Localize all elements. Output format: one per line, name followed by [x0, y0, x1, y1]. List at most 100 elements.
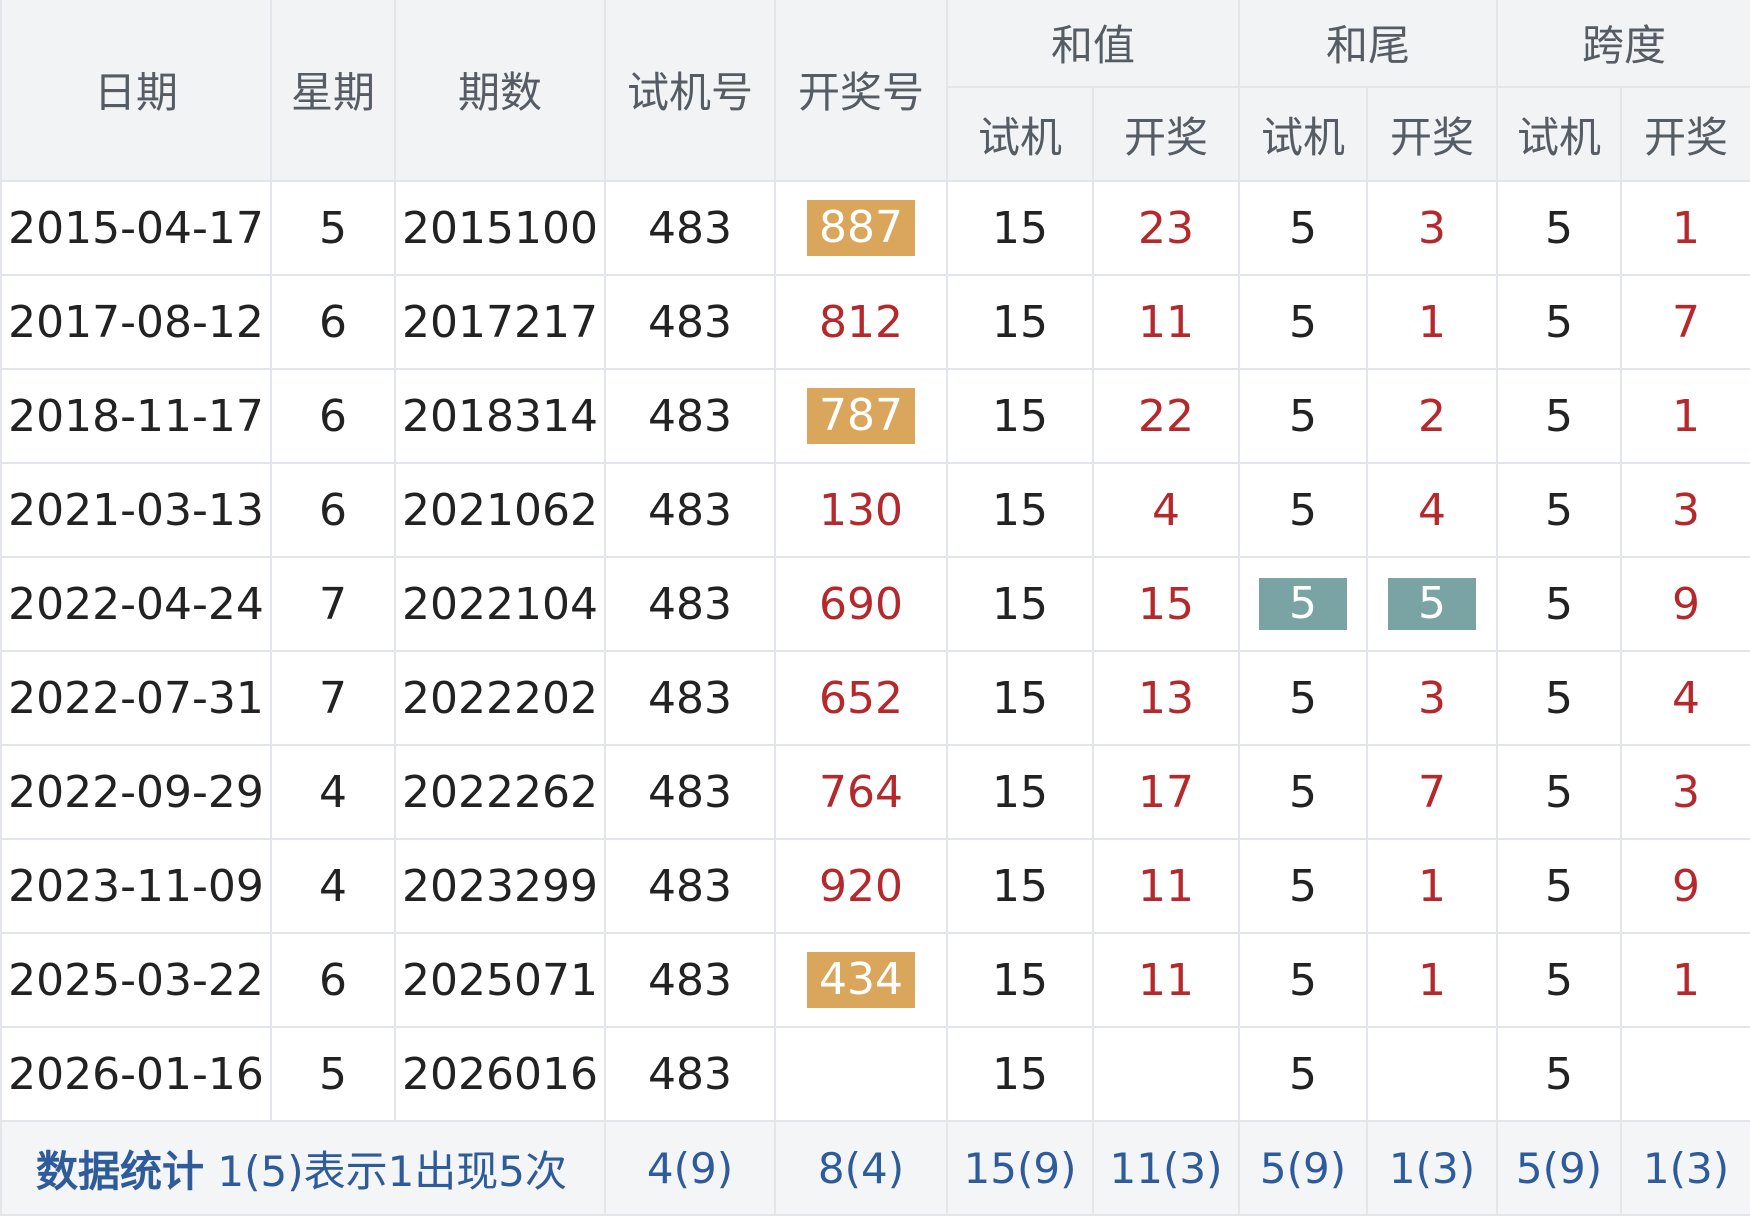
- stats-tail-draw: 1(3): [1366, 1120, 1499, 1216]
- cell-tail-draw: 1: [1366, 932, 1499, 1028]
- cell-weekday: 7: [270, 650, 396, 746]
- cell-test-number: 483: [604, 368, 776, 464]
- cell-sum-test: 15: [946, 838, 1094, 934]
- cell-draw-number: 130: [774, 462, 948, 558]
- cell-draw-number: [774, 1026, 948, 1122]
- cell-span-test: 5: [1496, 1026, 1623, 1122]
- cell-issue: 2022104: [394, 556, 606, 652]
- cell-span-draw: 7: [1620, 274, 1750, 370]
- cell-sum-test: 15: [946, 650, 1094, 746]
- cell-date: 2022-09-29: [0, 744, 272, 840]
- cell-weekday: 6: [270, 274, 396, 370]
- cell-test-number: 483: [604, 1026, 776, 1122]
- cell-tail-draw: 4: [1366, 462, 1499, 558]
- cell-span-test: 5: [1496, 556, 1623, 652]
- cell-span-draw: 1: [1620, 180, 1750, 276]
- cell-date: 2021-03-13: [0, 462, 272, 558]
- cell-tail-test: 5: [1238, 1026, 1369, 1122]
- cell-span-test: 5: [1496, 650, 1623, 746]
- table-row: 2025-03-22 6 2025071 483 434 15 11 5 1 5…: [0, 932, 1750, 1028]
- stats-draw-number: 8(4): [774, 1120, 948, 1216]
- header-date: 日期: [0, 0, 272, 182]
- header-sum-group: 和值: [945, 0, 1241, 88]
- cell-issue: 2023299: [394, 838, 606, 934]
- table-row: 2021-03-13 6 2021062 483 130 15 4 5 4 5 …: [0, 462, 1750, 558]
- table-row: 2022-04-24 7 2022104 483 690 15 15 5 5 5…: [0, 556, 1750, 652]
- header-issue: 期数: [394, 0, 606, 182]
- cell-tail-draw: [1366, 1026, 1499, 1122]
- table-row: 2022-07-31 7 2022202 483 652 15 13 5 3 5…: [0, 650, 1750, 746]
- stats-span-test: 5(9): [1496, 1120, 1623, 1216]
- cell-tail-draw: 3: [1366, 650, 1499, 746]
- cell-span-draw: 3: [1620, 744, 1750, 840]
- cell-test-number: 483: [604, 650, 776, 746]
- cell-sum-draw: 13: [1091, 650, 1241, 746]
- cell-tail-draw: 1: [1366, 838, 1499, 934]
- cell-date: 2026-01-16: [0, 1026, 272, 1122]
- cell-test-number: 483: [604, 932, 776, 1028]
- cell-tail-draw: 1: [1366, 274, 1499, 370]
- draw-highlight-badge: 434: [807, 952, 915, 1008]
- cell-sum-test: 15: [946, 368, 1094, 464]
- stats-sum-draw: 11(3): [1091, 1120, 1241, 1216]
- tail-match-badge: 5: [1259, 578, 1348, 630]
- header-span-group: 跨度: [1496, 0, 1750, 88]
- cell-test-number: 483: [604, 556, 776, 652]
- cell-issue: 2017217: [394, 274, 606, 370]
- draw-highlight-badge: 887: [807, 200, 915, 256]
- cell-tail-draw: 7: [1366, 744, 1499, 840]
- cell-span-draw: [1620, 1026, 1750, 1122]
- table-row: 2018-11-17 6 2018314 483 787 15 22 5 2 5…: [0, 368, 1750, 464]
- cell-tail-test: 5: [1238, 650, 1369, 746]
- cell-sum-test: 15: [946, 556, 1094, 652]
- cell-span-draw: 4: [1620, 650, 1750, 746]
- cell-span-test: 5: [1496, 744, 1623, 840]
- cell-sum-test: 15: [946, 462, 1094, 558]
- header-sum-draw: 开奖: [1091, 86, 1241, 182]
- cell-weekday: 5: [270, 180, 396, 276]
- stats-label-cell: 数据统计 1(5)表示1出现5次: [0, 1120, 606, 1216]
- draw-highlight-badge: 787: [807, 388, 915, 444]
- cell-draw-number: 887: [774, 180, 948, 276]
- cell-weekday: 4: [270, 744, 396, 840]
- cell-tail-test: 5: [1238, 932, 1369, 1028]
- header-tail-group: 和尾: [1238, 0, 1499, 88]
- cell-span-test: 5: [1496, 462, 1623, 558]
- cell-draw-number: 764: [774, 744, 948, 840]
- cell-date: 2023-11-09: [0, 838, 272, 934]
- cell-sum-test: 15: [946, 744, 1094, 840]
- cell-date: 2017-08-12: [0, 274, 272, 370]
- cell-sum-draw: 23: [1091, 180, 1241, 276]
- cell-draw-number: 787: [774, 368, 948, 464]
- cell-sum-test: 15: [946, 932, 1094, 1028]
- cell-draw-number: 920: [774, 838, 948, 934]
- tail-match-badge: 5: [1388, 578, 1477, 630]
- cell-test-number: 483: [604, 180, 776, 276]
- cell-span-draw: 1: [1620, 932, 1750, 1028]
- cell-tail-draw: 3: [1366, 180, 1499, 276]
- header-tail-test: 试机: [1238, 86, 1369, 182]
- lottery-history-table: 日期 星期 期数 试机号 开奖号 和值 和尾 跨度 试机 开奖 试机 开奖 试机…: [0, 0, 1750, 1216]
- cell-tail-test: 5: [1238, 274, 1369, 370]
- header-sum-test: 试机: [946, 86, 1094, 182]
- cell-sum-draw: 11: [1091, 838, 1241, 934]
- cell-test-number: 483: [604, 462, 776, 558]
- stats-sum-test: 15(9): [946, 1120, 1094, 1216]
- cell-date: 2022-04-24: [0, 556, 272, 652]
- table-row: 2015-04-17 5 2015100 483 887 15 23 5 3 5…: [0, 180, 1750, 276]
- header-span-test: 试机: [1496, 86, 1623, 182]
- table-row: 2017-08-12 6 2017217 483 812 15 11 5 1 5…: [0, 274, 1750, 370]
- cell-sum-draw: 17: [1091, 744, 1241, 840]
- stats-note: 1(5)表示1出现5次: [217, 1146, 568, 1196]
- cell-issue: 2018314: [394, 368, 606, 464]
- cell-span-draw: 3: [1620, 462, 1750, 558]
- cell-issue: 2025071: [394, 932, 606, 1028]
- cell-sum-test: 15: [946, 1026, 1094, 1122]
- cell-date: 2025-03-22: [0, 932, 272, 1028]
- stats-row: 数据统计 1(5)表示1出现5次 4(9) 8(4) 15(9) 11(3) 5…: [0, 1120, 1750, 1216]
- table-row: 2026-01-16 5 2026016 483 15 5 5: [0, 1026, 1750, 1122]
- cell-tail-test: 5: [1238, 838, 1369, 934]
- cell-tail-draw: 2: [1366, 368, 1499, 464]
- stats-span-draw: 1(3): [1620, 1120, 1750, 1216]
- cell-sum-test: 15: [946, 274, 1094, 370]
